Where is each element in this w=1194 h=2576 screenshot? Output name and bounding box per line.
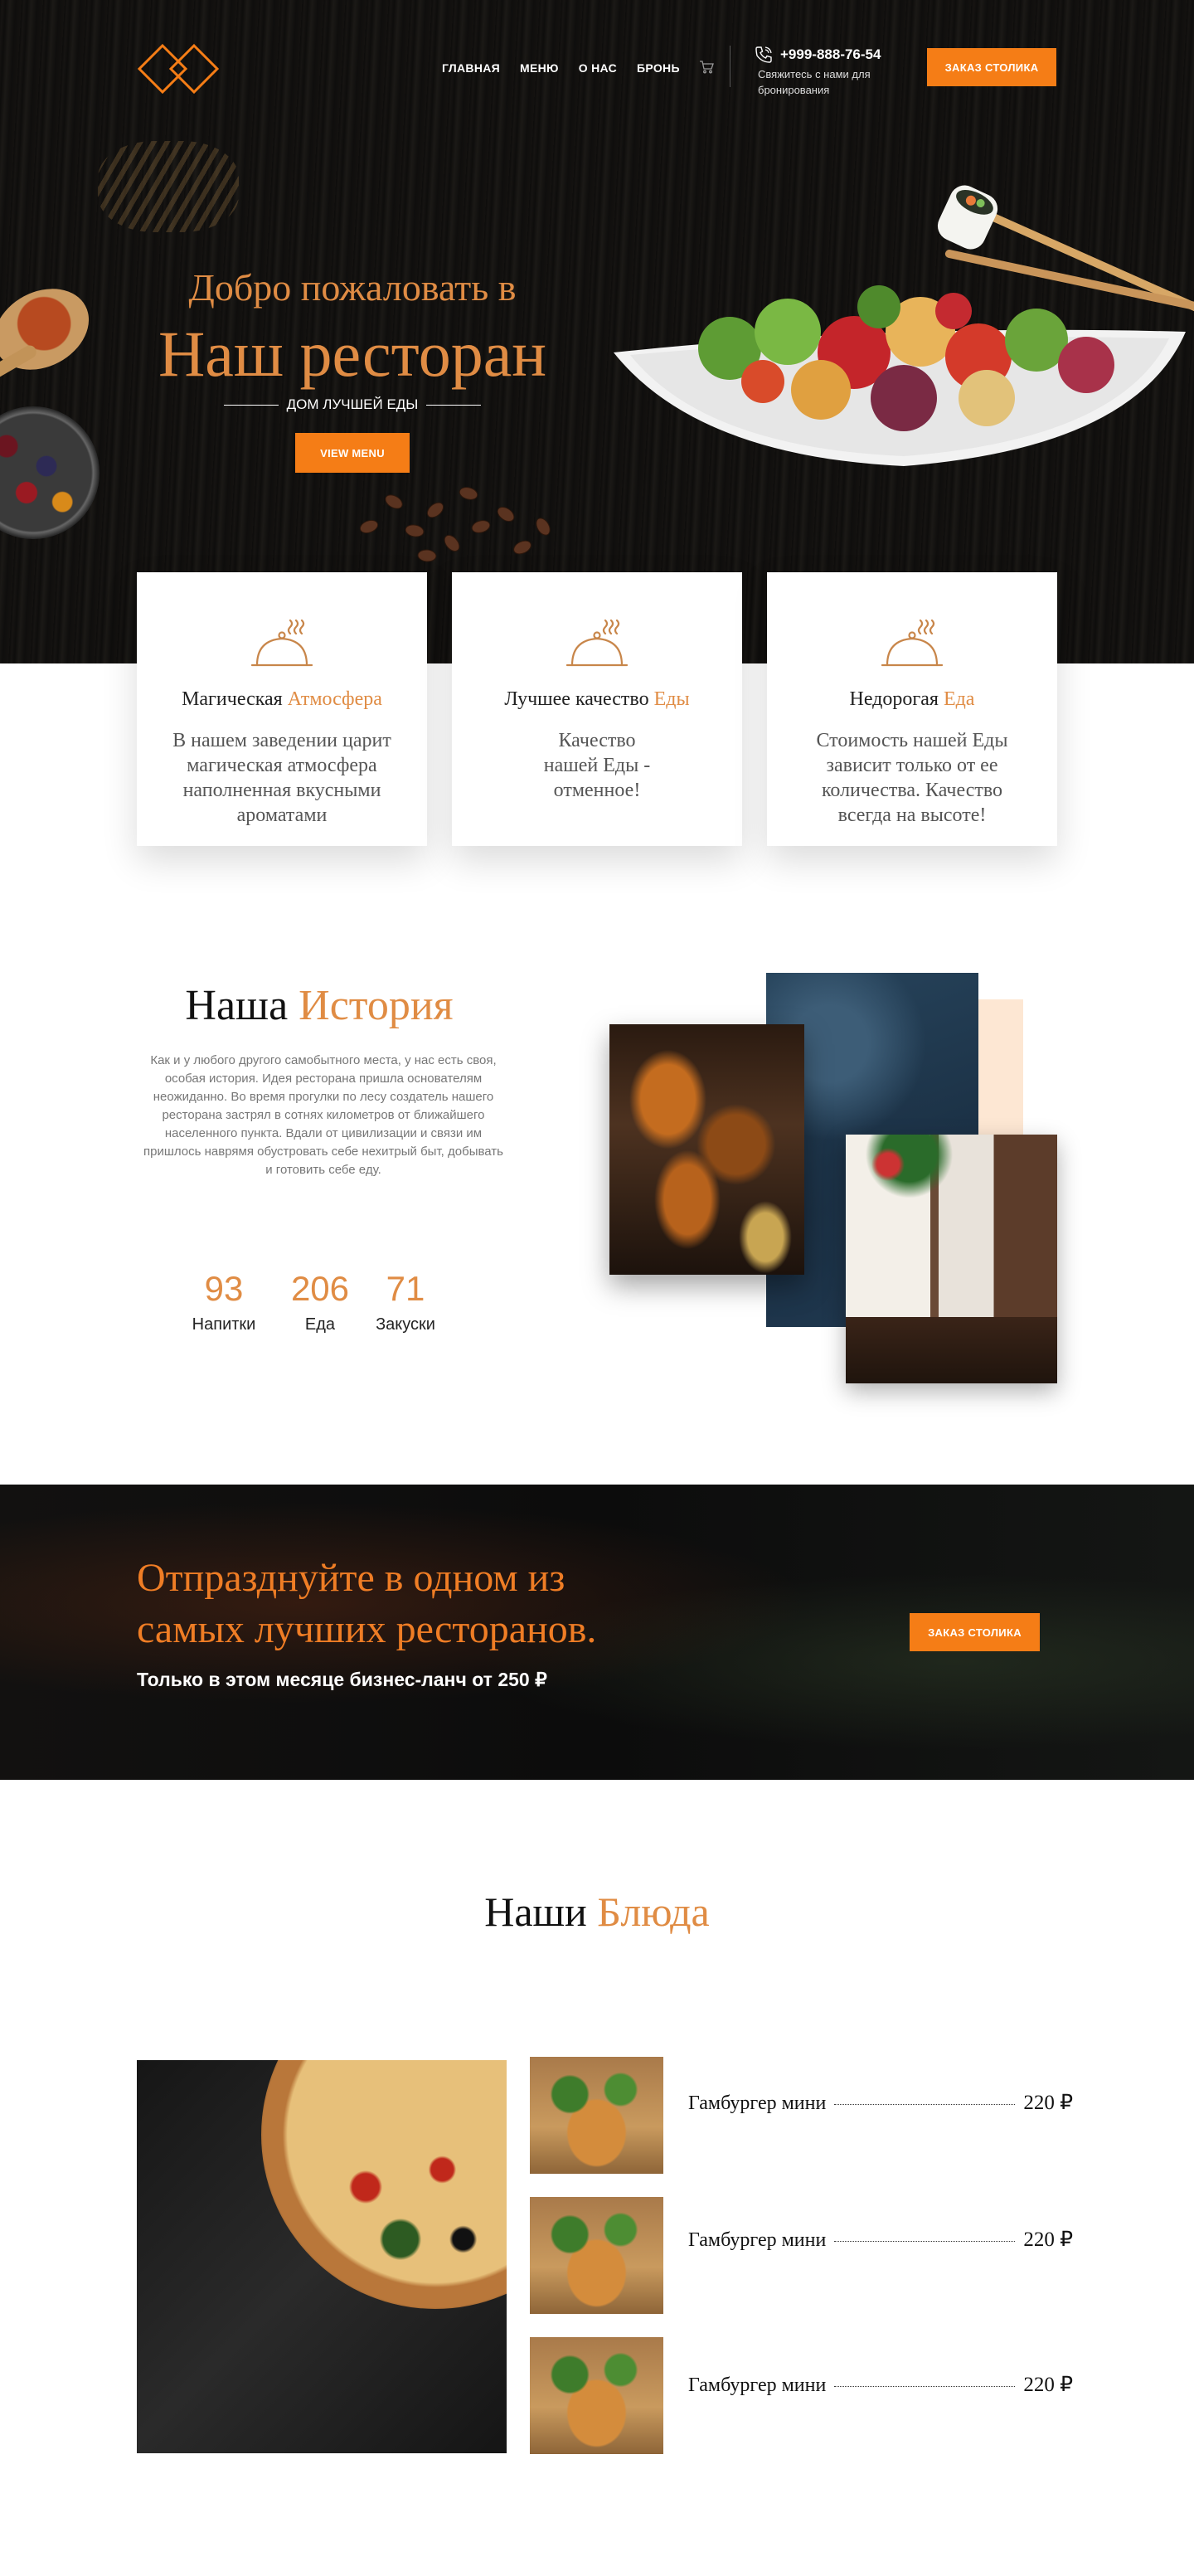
promo-reserve-button[interactable]: ЗАКАЗ СТОЛИКА: [910, 1613, 1040, 1651]
dish-dots: [834, 2241, 1016, 2242]
history-title-main: Наша: [185, 982, 289, 1029]
feature-title-accent: Еда: [943, 688, 975, 710]
cloche-icon: [250, 619, 313, 667]
cloche-icon: [565, 619, 629, 667]
stat-label: Напитки: [192, 1315, 256, 1334]
spice-spoon-image: [0, 273, 104, 386]
dish-photo[interactable]: [530, 2197, 663, 2314]
dish-name: Гамбургер мини: [688, 2092, 827, 2114]
feature-title: Лучшее качество Еды: [452, 688, 742, 711]
feature-text: Качество нашей Еды - отменное!: [543, 730, 651, 801]
history-title-accent: История: [298, 982, 454, 1029]
history-photo-interior: [846, 1135, 1057, 1383]
nav-item-booking[interactable]: БРОНЬ: [637, 61, 680, 75]
hero-subtitle: ДОМ ЛУЧШЕЙ ЕДЫ: [224, 396, 482, 413]
dish-photo[interactable]: [530, 2337, 663, 2454]
stat-value: 71: [386, 1269, 425, 1308]
dish-item[interactable]: Гамбургер мини 220 ₽: [688, 2372, 1073, 2397]
phone-number[interactable]: +999-888-76-54: [780, 46, 881, 63]
subtitle-line-right: [426, 404, 482, 406]
dish-name: Гамбургер мини: [688, 2374, 827, 2396]
dish-dots: [834, 2386, 1016, 2387]
dish-price: 220 ₽: [1023, 2228, 1073, 2251]
pizza-image: [261, 2060, 507, 2309]
nav-item-menu[interactable]: МЕНЮ: [520, 61, 559, 75]
cart-icon[interactable]: [699, 60, 714, 75]
feature-card-price: Недорогая Еда Стоимость нашей Еды зависи…: [767, 572, 1057, 846]
logo-diamonds-icon[interactable]: [137, 43, 220, 95]
feature-title-main: Лучшее качество: [504, 688, 649, 710]
feature-title-accent: Еды: [653, 688, 690, 710]
hero-welcome: Добро пожаловать в: [188, 266, 517, 309]
sushi-roll-image: [937, 185, 998, 250]
coffee-beans-image: [359, 487, 551, 562]
view-menu-button[interactable]: VIEW MENU: [295, 433, 410, 473]
dishes-title-main: Наши: [484, 1888, 587, 1935]
dishes-title-accent: Блюда: [597, 1888, 710, 1935]
subtitle-line-left: [224, 404, 279, 406]
stat-value: 93: [204, 1269, 244, 1308]
nav-item-home[interactable]: ГЛАВНАЯ: [442, 61, 500, 75]
feature-card-atmosphere: Магическая Атмосфера В нашем заведении ц…: [137, 572, 427, 846]
stat-label: Закуски: [376, 1315, 435, 1334]
dish-item[interactable]: Гамбургер мини 220 ₽: [688, 2227, 1073, 2252]
promo-title: Отпразднуйте в одном из самых лучших рес…: [137, 1556, 597, 1651]
dish-photo[interactable]: [530, 2057, 663, 2174]
main-nav: ГЛАВНАЯ МЕНЮ О НАС БРОНЬ: [442, 61, 680, 75]
phone-icon: [755, 46, 772, 63]
salad-plate-image: [614, 285, 1186, 466]
feature-title: Недорогая Еда: [767, 688, 1057, 711]
dish-item[interactable]: Гамбургер мини 220 ₽: [688, 2090, 1073, 2115]
feature-title: Магическая Атмосфера: [137, 688, 427, 711]
phone-caption: Свяжитесь с нами для бронирования: [758, 68, 871, 96]
feature-card-quality: Лучшее качество Еды Качество нашей Еды -…: [452, 572, 742, 846]
dish-price: 220 ₽: [1023, 2374, 1073, 2396]
stat-food: 206 Еда: [280, 1269, 360, 1334]
stat-snacks: 71 Закуски: [368, 1269, 443, 1334]
dish-price: 220 ₽: [1023, 2092, 1073, 2114]
feature-title-main: Магическая: [182, 688, 283, 710]
cloche-icon: [881, 619, 944, 667]
berry-bowl-image: [0, 406, 100, 539]
pizza-photo: [137, 2060, 507, 2453]
stat-drinks: 93 Напитки: [181, 1269, 267, 1334]
feature-title-accent: Атмосфера: [287, 688, 382, 710]
pasta-decoration: [98, 141, 239, 232]
dishes-title: Наши Блюда: [0, 1888, 1194, 1936]
history-photo-food: [609, 1024, 804, 1275]
hero-title: Наш ресторан: [158, 318, 547, 390]
stat-label: Еда: [304, 1315, 336, 1334]
history-text: Как и у любого другого самобытного места…: [143, 1053, 503, 1177]
hero-subtitle-text: ДОМ ЛУЧШЕЙ ЕДЫ: [286, 396, 419, 412]
feature-text: Стоимость нашей Еды зависит только от ее…: [816, 730, 1008, 826]
dish-dots: [834, 2104, 1016, 2105]
stat-value: 206: [290, 1269, 350, 1308]
promo-subtitle: Только в этом месяце бизнес-ланч от 250 …: [137, 1669, 547, 1690]
feature-text: В нашем заведении царит магическая атмос…: [172, 730, 391, 826]
reserve-table-button[interactable]: ЗАКАЗ СТОЛИКА: [927, 48, 1056, 86]
dish-name: Гамбургер мини: [688, 2229, 827, 2251]
feature-title-main: Недорогая: [849, 688, 939, 710]
history-title: Наша История: [141, 981, 498, 1030]
nav-item-about[interactable]: О НАС: [579, 61, 617, 75]
